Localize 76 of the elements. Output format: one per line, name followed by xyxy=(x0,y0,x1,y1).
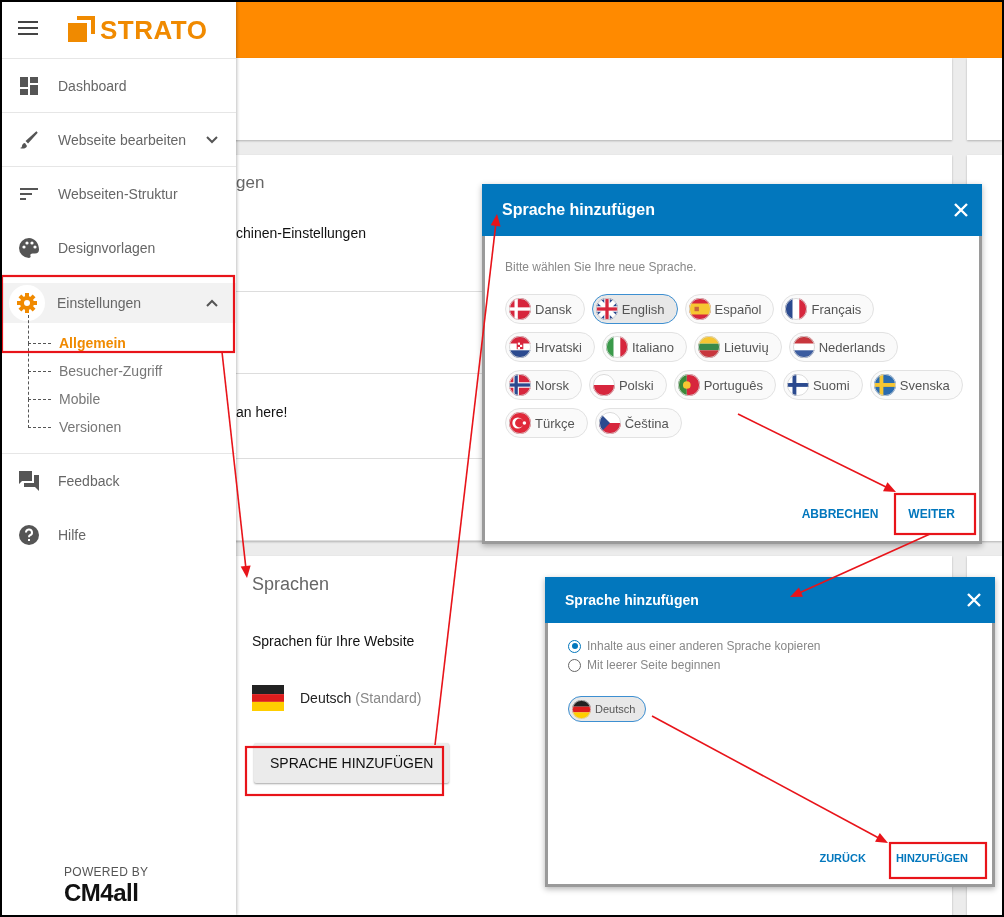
logo-icon xyxy=(68,16,96,44)
section-heading: Sprachen xyxy=(252,574,330,595)
menu-icon[interactable] xyxy=(18,21,38,35)
language-chip[interactable]: Português xyxy=(673,370,776,400)
nav-item[interactable]: Feedback xyxy=(2,454,236,508)
flag-icon xyxy=(792,336,815,358)
language-chip[interactable]: Hrvatski xyxy=(505,332,595,362)
language-chip[interactable]: Italiano xyxy=(601,332,687,362)
section-subtitle: Sprachen für Ihre Website xyxy=(252,633,415,649)
flag-icon xyxy=(509,298,531,320)
sub-nav-item[interactable]: Besucher-Zugriff xyxy=(59,363,163,379)
tree-line xyxy=(28,371,51,400)
language-chip[interactable]: Deutsch xyxy=(568,696,647,722)
dialog-button[interactable]: ABBRECHEN xyxy=(789,497,891,531)
language-chip[interactable]: Español xyxy=(684,294,775,324)
language-chip[interactable]: English xyxy=(591,294,678,324)
language-chip[interactable]: Nederlands xyxy=(788,332,899,362)
flag-icon xyxy=(688,298,711,320)
help-icon xyxy=(19,525,39,545)
nav-item[interactable]: Dashboard xyxy=(2,59,236,113)
dialog-button[interactable]: HINZUFÜGEN xyxy=(883,842,980,874)
flag-icon xyxy=(605,336,628,358)
dialog-title: Sprache hinzufügen xyxy=(502,201,655,219)
nav-item[interactable]: Einstellungen xyxy=(2,283,236,323)
flag-icon xyxy=(785,298,808,320)
brand-logo: CM4all xyxy=(64,879,140,907)
language-chip[interactable]: Norsk xyxy=(505,370,582,400)
flag-icon xyxy=(509,374,531,396)
palette-icon xyxy=(19,238,39,258)
add-language-button[interactable]: SPRACHE HINZUFÜGEN xyxy=(254,743,450,783)
language-chip[interactable]: Svenska xyxy=(869,370,963,400)
flag-icon xyxy=(572,699,591,719)
language-chip[interactable]: Suomi xyxy=(782,370,863,400)
nav-item[interactable]: Hilfe xyxy=(2,508,236,562)
flag-icon xyxy=(252,685,284,711)
sub-nav-item[interactable]: Versionen xyxy=(59,419,122,435)
tree-line xyxy=(28,399,51,428)
radio-label: Inhalte aus einer anderen Sprache kopieren xyxy=(587,639,821,653)
flag-icon xyxy=(697,336,720,358)
sub-nav-item[interactable]: Mobile xyxy=(59,391,101,407)
language-name: Deutsch (Standard) xyxy=(300,690,422,706)
flag-icon xyxy=(509,412,531,434)
brush-icon xyxy=(20,130,38,149)
tree-line xyxy=(28,315,51,344)
nav-item[interactable]: Webseiten-Struktur xyxy=(2,167,236,221)
logo-text: STRATO xyxy=(100,14,208,46)
language-chip[interactable]: Français xyxy=(781,294,875,324)
flag-icon xyxy=(786,374,809,396)
language-chip[interactable]: Polski xyxy=(588,370,667,400)
dashboard-icon xyxy=(20,76,38,95)
setting-label: chinen-Einstellungen xyxy=(236,225,366,241)
language-chip[interactable]: Lietuvių xyxy=(693,332,782,362)
flag-icon xyxy=(592,374,615,396)
flag-icon xyxy=(598,412,621,434)
radio-label: Mit leerer Seite beginnen xyxy=(587,658,721,672)
language-chip[interactable]: Čeština xyxy=(594,408,682,438)
flag-icon xyxy=(509,336,531,358)
flag-icon xyxy=(873,374,896,396)
dialog-button[interactable]: ZURÜCK xyxy=(807,842,878,874)
setting-label: an here! xyxy=(236,404,288,421)
section-heading: gen xyxy=(236,173,265,193)
lines-icon xyxy=(20,188,38,200)
close-icon[interactable] xyxy=(954,203,968,217)
flag-icon xyxy=(677,374,700,396)
powered-by-label: POWERED BY xyxy=(64,865,150,879)
dialog-button[interactable]: WEITER xyxy=(896,497,967,531)
close-icon[interactable] xyxy=(967,593,981,607)
tree-line xyxy=(28,343,51,372)
gear-icon xyxy=(17,293,37,313)
dialog-title: Sprache hinzufügen xyxy=(565,592,699,608)
language-chip[interactable]: Dansk xyxy=(505,294,585,324)
dialog-prompt: Bitte wählen Sie Ihre neue Sprache. xyxy=(505,260,698,274)
language-chip[interactable]: Türkçe xyxy=(505,408,588,438)
nav-item[interactable]: Designvorlagen xyxy=(2,221,236,275)
chat-icon xyxy=(19,471,39,491)
flag-icon xyxy=(595,298,618,320)
